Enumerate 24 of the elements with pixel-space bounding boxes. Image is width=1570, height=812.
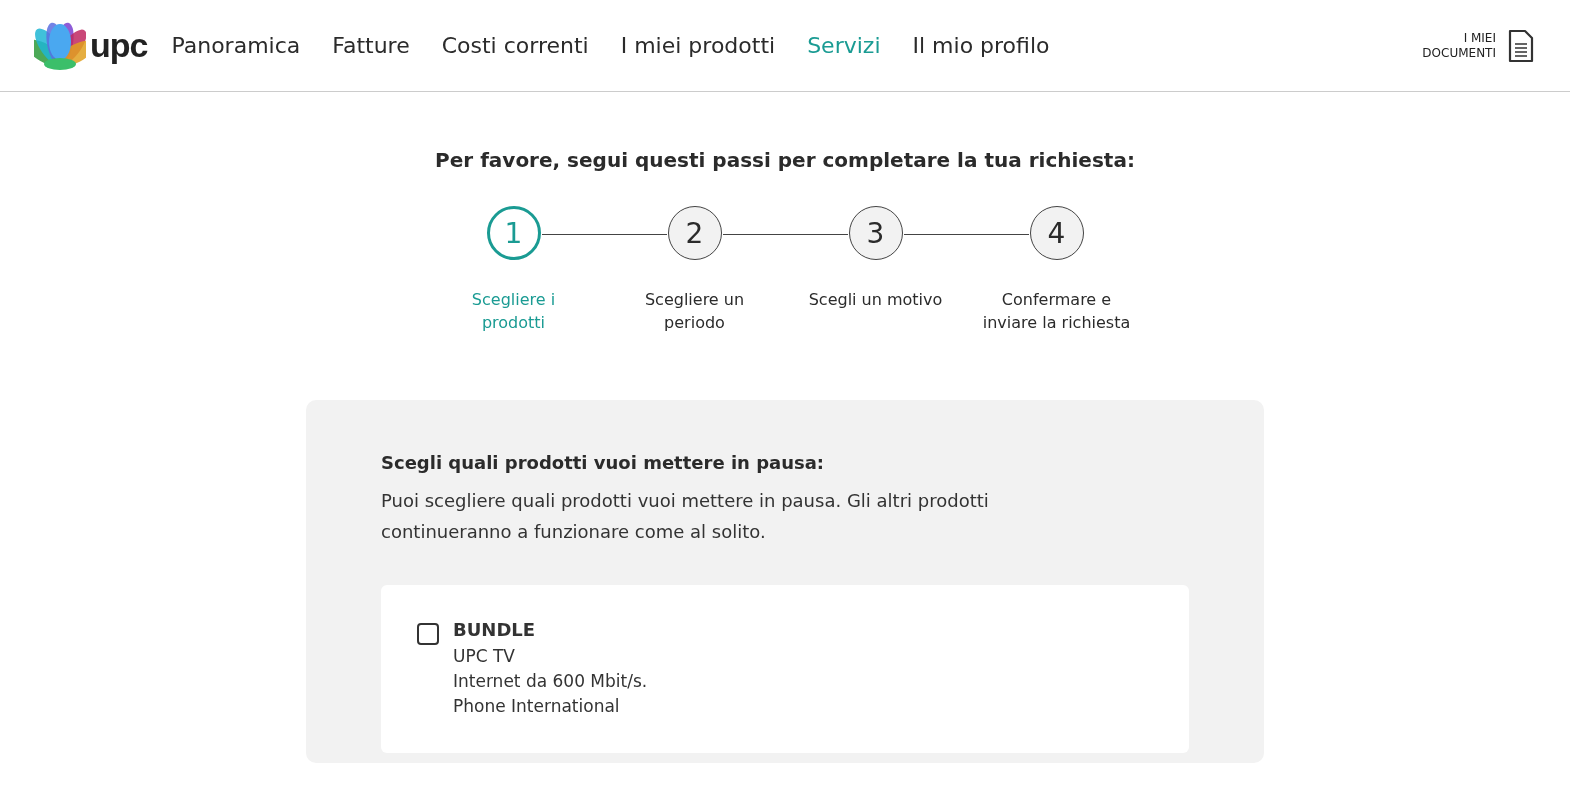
product-name: BUNDLE — [453, 619, 537, 640]
product-line: Internet da 600 Mbit/s. — [453, 670, 648, 693]
nav-link[interactable]: Fatture — [332, 33, 410, 58]
product-checkbox[interactable] — [417, 623, 439, 645]
nav-link[interactable]: Costi correnti — [441, 33, 589, 58]
nav-link[interactable]: I miei prodotti — [620, 33, 776, 58]
document-icon — [1508, 28, 1534, 63]
product-line: UPC TV — [453, 645, 516, 668]
step-circle: 1 — [486, 206, 541, 260]
step-circle: 2 — [667, 206, 722, 260]
step-circle: 4 — [1029, 206, 1084, 260]
panel-heading: Scegli quali prodotti vuoi mettere in pausa: — [381, 452, 826, 473]
step-label: Scegli un motivo — [807, 289, 944, 311]
product-line: Phone International — [453, 695, 621, 718]
documents-link[interactable]: I MIEI DOCUMENTI — [1422, 28, 1534, 63]
step-label: Scegliere un periodo — [643, 289, 746, 334]
step-circle: 3 — [848, 206, 903, 260]
step-label: Scegliere i prodotti — [470, 289, 557, 334]
nav-link[interactable]: Panoramica — [171, 33, 301, 58]
logo-text[interactable]: upc — [90, 26, 148, 65]
panel-text: Puoi scegliere quali prodotti vuoi mettere in pausa. Gli altri prodotti continueranno a funzionare come al solito. — [381, 489, 990, 544]
page-title: Per favore, segui questi passi per completare la tua richiesta: — [435, 148, 1135, 172]
nav-link[interactable]: Il mio profilo — [912, 33, 1050, 58]
step-label: Confermare e inviare la richiesta — [981, 289, 1132, 334]
